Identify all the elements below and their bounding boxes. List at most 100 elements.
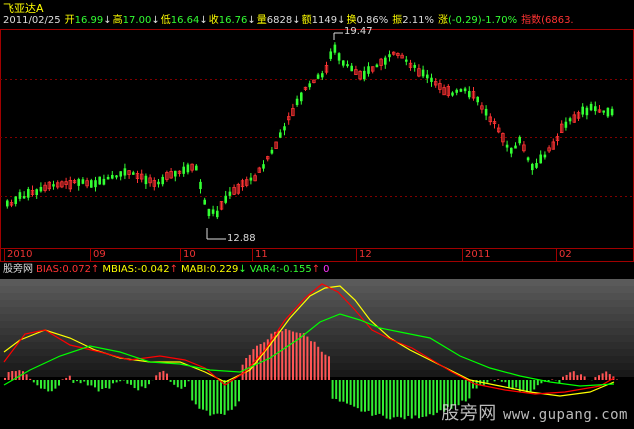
candle — [148, 174, 152, 187]
candle-body — [270, 149, 274, 154]
candle — [324, 61, 329, 75]
candle — [312, 79, 316, 84]
candle — [9, 199, 14, 208]
candlestick-series[interactable] — [6, 42, 614, 220]
histogram-bar — [418, 380, 420, 419]
histogram-bar — [7, 372, 10, 380]
histogram-bar — [605, 371, 608, 380]
histogram-bar — [533, 380, 536, 390]
candle — [39, 182, 43, 193]
candle-body — [543, 154, 547, 158]
candle — [408, 59, 413, 71]
candle — [157, 178, 160, 188]
candle — [195, 163, 198, 171]
histogram-bar — [497, 379, 500, 380]
candle — [597, 104, 602, 113]
candle — [203, 197, 206, 205]
histogram-bar — [360, 380, 363, 412]
candle — [106, 174, 110, 180]
histogram-bar — [526, 380, 528, 393]
band-stripe — [0, 300, 634, 307]
candle — [363, 66, 366, 82]
candle-body — [430, 77, 433, 82]
volume-label: 量 — [256, 15, 267, 26]
candle-body — [581, 106, 584, 115]
close-arrow: ↓ — [247, 15, 256, 26]
histogram-bar — [241, 364, 244, 380]
histogram-bar — [86, 380, 89, 386]
candle-body — [262, 164, 265, 169]
histogram-bar — [335, 380, 338, 400]
candle — [111, 171, 114, 180]
candle — [480, 102, 484, 114]
watermark: 股旁网 www.gupang.com — [441, 399, 628, 425]
histogram-bar — [536, 380, 539, 386]
histogram-bar — [436, 380, 438, 413]
candle-body — [144, 175, 148, 185]
histogram-bar — [205, 380, 208, 411]
candle-body — [300, 92, 303, 102]
histogram-bar — [58, 380, 60, 386]
histogram-bar — [212, 380, 215, 415]
histogram-bar — [43, 380, 46, 389]
candle — [568, 116, 572, 125]
candle-body — [388, 54, 391, 58]
candle — [22, 191, 26, 199]
histogram-bar — [310, 341, 312, 380]
candle-body — [594, 106, 597, 112]
candle — [581, 103, 584, 118]
axis-tick-label: 10 — [183, 249, 196, 260]
histogram-bar — [180, 380, 183, 389]
candle — [337, 52, 341, 65]
candle — [585, 105, 589, 120]
histogram-bar — [468, 380, 471, 399]
low-annotation — [206, 228, 226, 240]
histogram-bar — [176, 380, 179, 388]
histogram-bar — [108, 380, 111, 389]
amplitude-value: 2.11% — [402, 15, 435, 26]
candle — [354, 65, 358, 76]
low-price-label: 12.88 — [227, 233, 256, 244]
index-value: (6863. — [541, 15, 574, 26]
candle — [35, 188, 38, 199]
candle-body — [283, 126, 286, 131]
volume-arrow: ↓ — [292, 15, 301, 26]
histogram-bar — [54, 380, 57, 389]
candle-body — [161, 176, 164, 185]
histogram-bar — [230, 380, 233, 410]
candle-body — [539, 154, 542, 164]
candle — [455, 88, 458, 96]
histogram-bar — [83, 380, 86, 382]
axis-tick-label: 12 — [359, 249, 372, 260]
histogram-bar — [202, 380, 204, 410]
candle-body — [224, 195, 227, 203]
candle — [60, 180, 64, 189]
candle-body — [81, 179, 85, 184]
chart-frame — [0, 29, 634, 262]
histogram-bar — [364, 380, 366, 412]
candle — [492, 118, 497, 129]
candle — [602, 110, 605, 115]
candle-body — [568, 118, 572, 122]
bias-value: 0.072 — [62, 264, 92, 275]
band-stripe — [0, 307, 634, 314]
histogram-bar — [220, 380, 222, 414]
histogram-bar — [166, 373, 168, 380]
candle — [236, 182, 240, 195]
candle — [18, 189, 22, 202]
var4-value: -0.155 — [279, 264, 312, 275]
histogram-bar — [608, 374, 611, 380]
histogram-bar — [486, 380, 489, 383]
candle-body — [405, 59, 408, 62]
candle — [64, 177, 68, 189]
candle-body — [421, 69, 425, 77]
candle-body — [35, 189, 38, 196]
candle — [161, 174, 164, 187]
histogram-bar — [79, 380, 82, 384]
candle — [594, 101, 597, 115]
candle-body — [585, 107, 589, 116]
candle — [211, 205, 215, 217]
candle — [169, 168, 173, 179]
candle — [342, 60, 345, 68]
histogram-bar — [389, 380, 392, 420]
